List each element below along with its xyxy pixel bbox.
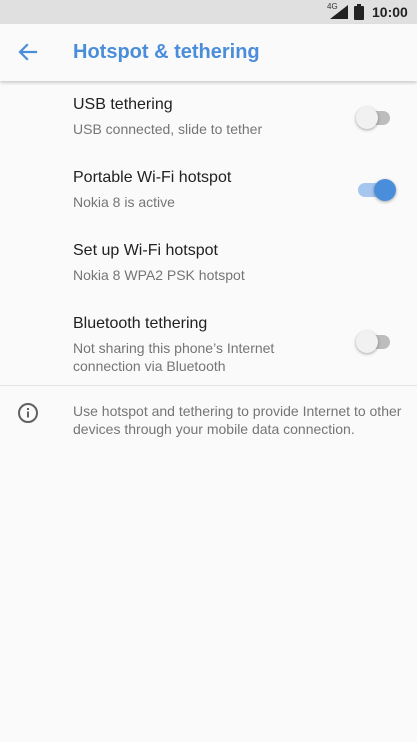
info-icon [18, 403, 38, 423]
bluetooth-tethering-toggle[interactable] [356, 331, 392, 353]
status-time: 10:00 [372, 4, 408, 20]
setting-title: USB tethering [73, 96, 173, 113]
setting-subtitle: Nokia 8 is active [73, 194, 175, 210]
battery-icon [354, 4, 364, 20]
wifi-hotspot-toggle[interactable] [356, 179, 396, 201]
setting-title: Set up Wi-Fi hotspot [73, 242, 218, 259]
signal-strength-icon [330, 5, 348, 19]
info-text: Use hotspot and tethering to provide Int… [73, 403, 402, 437]
back-button[interactable] [10, 34, 46, 70]
setting-portable-wifi-hotspot[interactable]: Portable Wi-Fi hotspot Nokia 8 is active [0, 169, 417, 219]
setting-setup-wifi-hotspot[interactable]: Set up Wi-Fi hotspot Nokia 8 WPA2 PSK ho… [0, 242, 417, 292]
toggle-thumb [374, 179, 396, 201]
setting-subtitle: Not sharing this phone’s Internet connec… [73, 340, 275, 374]
setting-title: Portable Wi-Fi hotspot [73, 169, 232, 186]
setting-subtitle: Nokia 8 WPA2 PSK hotspot [73, 267, 245, 283]
setting-subtitle: USB connected, slide to tether [73, 121, 263, 137]
usb-tethering-toggle[interactable] [356, 107, 392, 129]
setting-bluetooth-tethering[interactable]: Bluetooth tethering Not sharing this pho… [0, 315, 417, 375]
app-bar: Hotspot & tethering [0, 24, 417, 81]
arrow-back-icon [18, 43, 38, 61]
section-divider [0, 385, 417, 386]
page-title: Hotspot & tethering [73, 41, 260, 63]
setting-usb-tethering[interactable]: USB tethering USB connected, slide to te… [0, 96, 417, 146]
toggle-thumb [356, 107, 378, 129]
toggle-thumb [356, 331, 378, 353]
setting-title: Bluetooth tethering [73, 315, 208, 332]
status-bar: 4G 10:00 [0, 0, 417, 24]
